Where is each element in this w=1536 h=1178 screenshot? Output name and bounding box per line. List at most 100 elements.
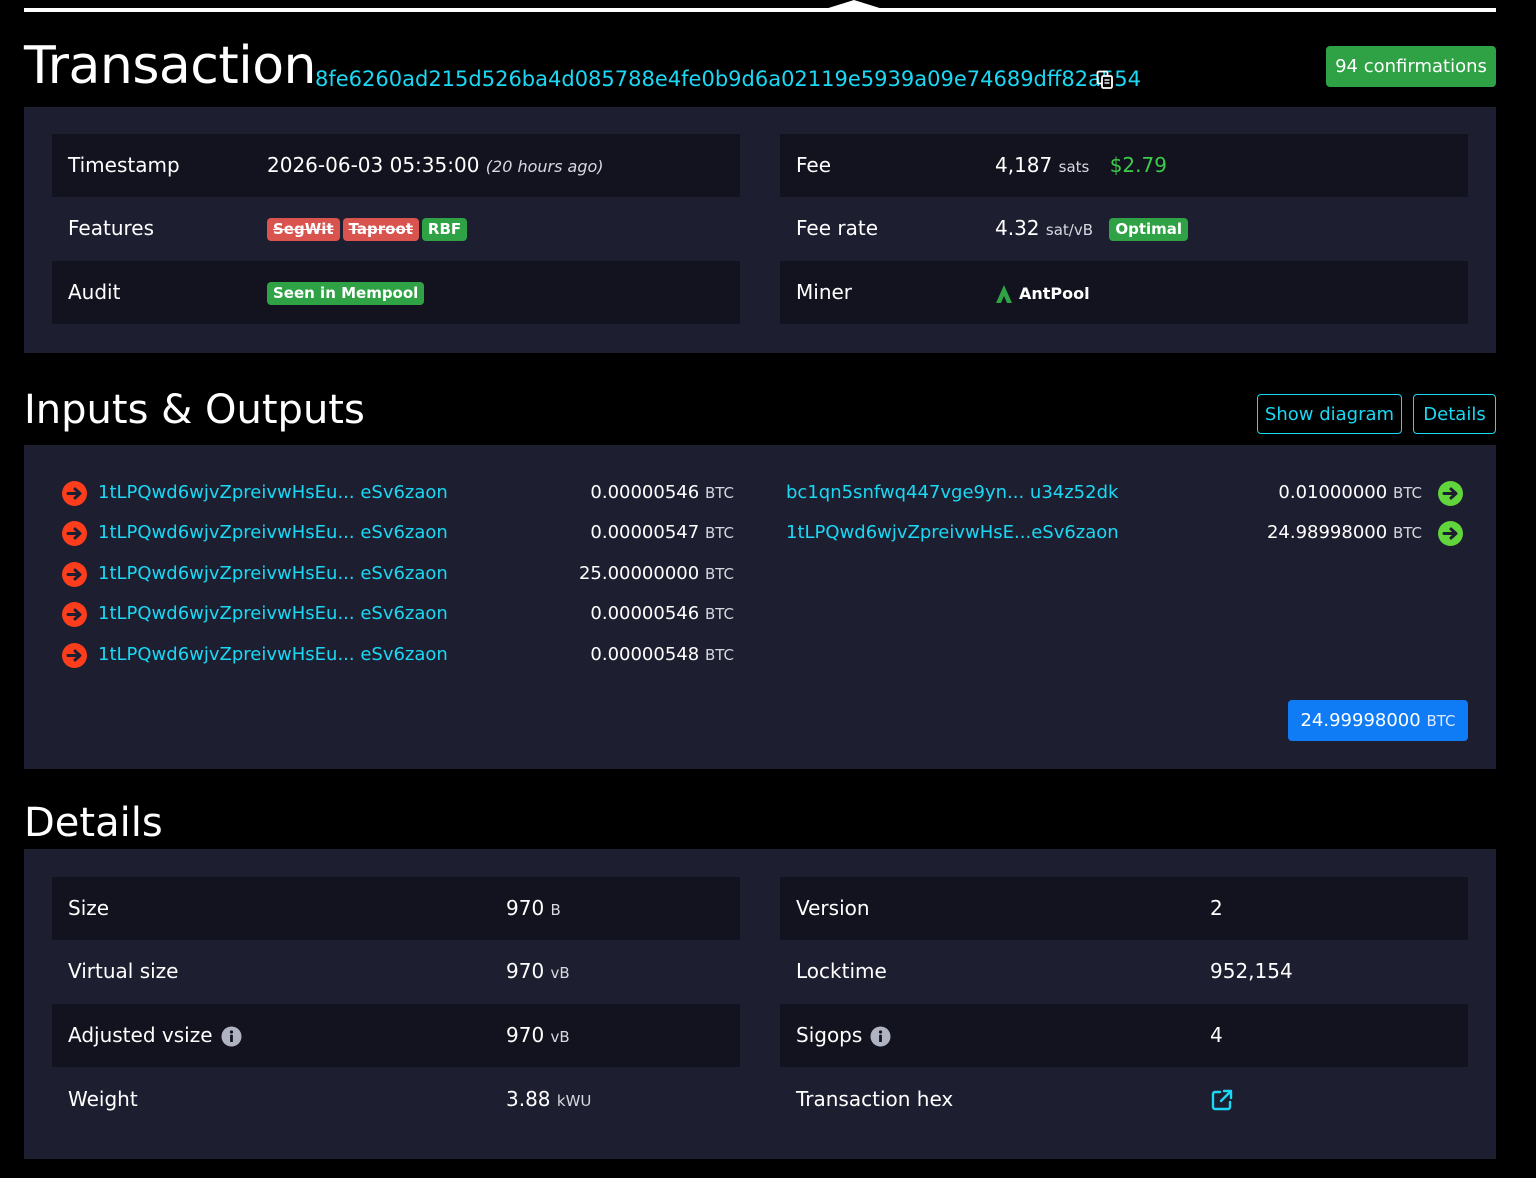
virtual-size-unit: vB [550,964,570,982]
sigops-label: Sigops [796,1023,863,1047]
size-value: 970 [506,896,545,920]
timestamp-label: Timestamp [68,153,180,177]
version-label: Version [796,896,870,920]
input-address-link[interactable]: 1tLPQwd6wjvZpreivwHsEu... eSv6zaon [98,554,448,594]
locktime-label: Locktime [796,959,887,983]
virtual-size-label: Virtual size [68,959,179,983]
weight-row: Weight 3.88 kWU [52,1068,740,1131]
input-arrow-icon[interactable] [62,481,87,506]
version-value: 2 [1210,896,1223,920]
fee-row: Fee 4,187 sats $2.79 [780,134,1468,197]
output-unit: BTC [1392,484,1422,502]
external-link-icon[interactable] [1210,1088,1234,1112]
info-icon[interactable] [870,1026,891,1047]
input-amount: 0.00000546 [590,603,700,624]
virtual-size-row: Virtual size 970 vB [52,940,740,1003]
output-amount: 0.01000000 [1278,482,1388,503]
features-row: Features SegWit Taproot RBF [52,197,740,260]
input-address-link[interactable]: 1tLPQwd6wjvZpreivwHsEu... eSv6zaon [98,635,448,675]
fee-value: 4,187 [995,153,1053,177]
weight-value: 3.88 [506,1087,551,1111]
size-unit: B [550,901,561,919]
sigops-row: Sigops 4 [780,1004,1468,1067]
weight-label: Weight [68,1087,138,1111]
audit-status-badge[interactable]: Seen in Mempool [267,282,425,305]
version-row: Version 2 [780,877,1468,940]
details-button[interactable]: Details [1413,394,1496,434]
show-diagram-button[interactable]: Show diagram [1257,394,1402,434]
locktime-row: Locktime 952,154 [780,940,1468,1003]
adjusted-vsize-row: Adjusted vsize 970 vB [52,1004,740,1067]
top-progress-line [24,8,1496,12]
total-amount-badge: 24.99998000 BTC [1288,700,1468,741]
adjusted-vsize-value: 970 [506,1023,545,1047]
input-arrow-icon[interactable] [62,521,87,546]
total-amount: 24.99998000 [1300,710,1421,731]
fee-rate-value: 4.32 [995,216,1040,240]
feature-tag-taproot[interactable]: Taproot [342,218,419,241]
adjusted-vsize-unit: vB [550,1028,570,1046]
output-address-link[interactable]: bc1qn5snfwq447vge9yn... u34z52dk [786,473,1118,513]
copy-icon[interactable] [1096,70,1114,90]
fee-rate-row: Fee rate 4.32 sat/vB Optimal [780,197,1468,260]
total-unit: BTC [1426,712,1456,730]
io-section-title: Inputs & Outputs [24,387,365,433]
input-row: 1tLPQwd6wjvZpreivwHsEu... eSv6zaon 0.000… [24,594,760,634]
input-amount: 25.00000000 [578,563,700,584]
sigops-value: 4 [1210,1023,1223,1047]
size-label: Size [68,896,110,920]
audit-row: Audit Seen in Mempool [52,261,740,324]
locktime-value: 952,154 [1210,959,1293,983]
input-row: 1tLPQwd6wjvZpreivwHsEu... eSv6zaon 0.000… [24,635,760,675]
confirmations-badge: 94 confirmations [1326,46,1496,87]
fee-rate-unit: sat/vB [1045,221,1093,239]
fee-unit: sats [1058,158,1090,176]
input-amount: 0.00000547 [590,522,700,543]
output-arrow-icon[interactable] [1438,481,1463,506]
summary-panel: Timestamp 2026-06-03 05:35:00 (20 hours … [24,107,1496,353]
timestamp-value: 2026-06-03 05:35:00 [267,153,480,177]
details-section-title: Details [24,800,163,846]
input-amount: 0.00000546 [590,482,700,503]
input-row: 1tLPQwd6wjvZpreivwHsEu... eSv6zaon 25.00… [24,554,760,594]
input-arrow-icon[interactable] [62,562,87,587]
input-arrow-icon[interactable] [62,602,87,627]
input-unit: BTC [704,484,734,502]
miner-link[interactable]: AntPool [995,261,1090,325]
input-unit: BTC [704,524,734,542]
input-unit: BTC [704,565,734,583]
page-title: Transaction [24,36,316,96]
input-arrow-icon[interactable] [62,643,87,668]
input-amount: 0.00000548 [590,644,700,665]
size-row: Size 970 B [52,877,740,940]
input-unit: BTC [704,605,734,623]
details-panel: Size 970 B Virtual size 970 vB Adjusted … [24,849,1496,1159]
tab-indicator-notch [822,0,886,10]
tx-hex-label: Transaction hex [796,1087,954,1111]
input-row: 1tLPQwd6wjvZpreivwHsEu... eSv6zaon 0.000… [24,513,760,553]
timestamp-row: Timestamp 2026-06-03 05:35:00 (20 hours … [52,134,740,197]
tx-hex-row: Transaction hex [780,1068,1468,1131]
output-address-link[interactable]: 1tLPQwd6wjvZpreivwHsE...eSv6zaon [786,513,1119,553]
output-row: bc1qn5snfwq447vge9yn... u34z52dk 0.01000… [760,473,1496,513]
miner-name: AntPool [1019,284,1090,303]
feature-tag-rbf[interactable]: RBF [421,218,468,241]
input-address-link[interactable]: 1tLPQwd6wjvZpreivwHsEu... eSv6zaon [98,473,448,513]
txid-link[interactable]: 8fe6260ad215d526ba4d085788e4fe0b9d6a0211… [315,64,1141,94]
input-address-link[interactable]: 1tLPQwd6wjvZpreivwHsEu... eSv6zaon [98,594,448,634]
input-address-link[interactable]: 1tLPQwd6wjvZpreivwHsEu... eSv6zaon [98,513,448,553]
features-label: Features [68,216,154,240]
adjusted-vsize-label: Adjusted vsize [68,1023,213,1047]
info-icon[interactable] [221,1026,242,1047]
audit-label: Audit [68,280,121,304]
fee-rate-label: Fee rate [796,216,879,240]
feature-tag-segwit[interactable]: SegWit [267,218,340,241]
miner-label: Miner [796,280,853,304]
output-unit: BTC [1392,524,1422,542]
fee-fiat: $2.79 [1109,153,1167,177]
miner-row: Miner AntPool [780,261,1468,324]
input-row: 1tLPQwd6wjvZpreivwHsEu... eSv6zaon 0.000… [24,473,760,513]
output-arrow-icon[interactable] [1438,521,1463,546]
fee-rate-badge: Optimal [1109,218,1189,241]
weight-unit: kWU [556,1092,592,1110]
